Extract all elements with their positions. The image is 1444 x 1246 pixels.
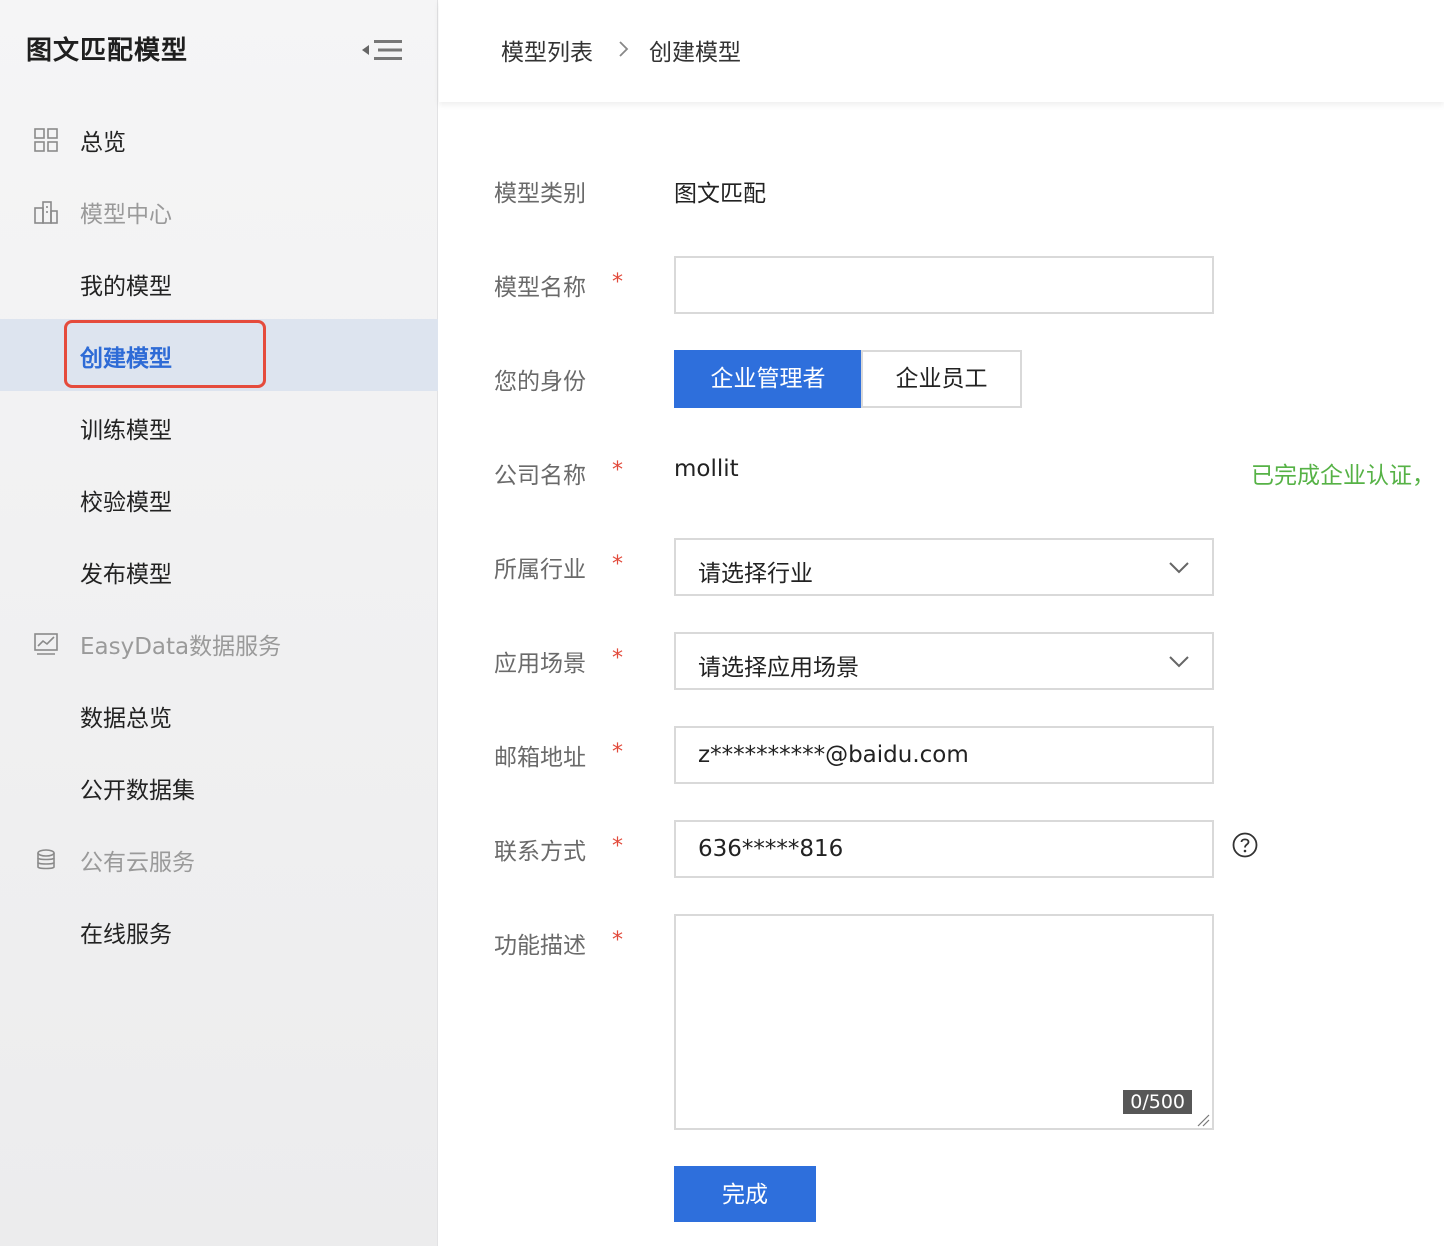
required-mark: * — [612, 740, 623, 765]
sidebar-item-label: 训练模型 — [80, 418, 172, 444]
industry-select[interactable]: 请选择行业 — [674, 538, 1214, 596]
required-mark: * — [612, 834, 623, 859]
sidebar-item-label: 我的模型 — [80, 274, 172, 300]
phone-value: 636*****816 — [698, 836, 844, 862]
sidebar-item-online-service[interactable]: 在线服务 — [0, 895, 438, 967]
required-mark: * — [612, 646, 623, 671]
resize-handle-icon[interactable] — [1196, 1112, 1210, 1127]
char-counter: 0/500 — [1123, 1090, 1192, 1114]
breadcrumb-model-list[interactable]: 模型列表 — [501, 33, 593, 67]
required-mark: * — [612, 458, 623, 483]
collapse-menu-icon[interactable] — [360, 34, 404, 66]
identity-label: 您的身份 — [494, 369, 586, 395]
identity-option-manager[interactable]: 企业管理者 — [674, 350, 862, 408]
scenario-select-placeholder: 请选择应用场景 — [698, 655, 859, 681]
industry-label: 所属行业 — [494, 557, 586, 583]
sidebar-item-validate-model[interactable]: 校验模型 — [0, 463, 438, 535]
sidebar-item-label: 创建模型 — [80, 346, 172, 372]
category-label: 模型类别 — [494, 181, 586, 207]
sidebar-item-label: 公有云服务 — [80, 850, 195, 876]
required-mark: * — [612, 928, 623, 953]
chevron-right-icon — [617, 39, 631, 59]
company-verified-status: 已完成企业认证， — [1251, 463, 1435, 489]
category-value: 图文匹配 — [674, 181, 766, 207]
phone-label: 联系方式 — [494, 839, 586, 865]
scenario-select[interactable]: 请选择应用场景 — [674, 632, 1214, 690]
sidebar-item-create-model[interactable]: 创建模型 — [0, 319, 438, 391]
chart-icon — [33, 631, 59, 657]
company-name-value: mollit — [674, 456, 739, 482]
grid-icon — [33, 127, 59, 153]
chevron-down-icon — [1168, 560, 1190, 574]
model-name-label: 模型名称 — [494, 275, 586, 301]
sidebar-header: 图文匹配模型 — [0, 0, 438, 100]
email-input[interactable]: z**********@baidu.com — [674, 726, 1214, 784]
database-icon — [33, 847, 59, 873]
app-title: 图文匹配模型 — [26, 36, 189, 66]
submit-button[interactable]: 完成 — [674, 1166, 816, 1222]
identity-option-employee[interactable]: 企业员工 — [861, 350, 1022, 408]
email-value: z**********@baidu.com — [698, 742, 969, 768]
scenario-label: 应用场景 — [494, 651, 586, 677]
phone-input[interactable]: 636*****816 — [674, 820, 1214, 878]
sidebar-item-label: 在线服务 — [80, 922, 172, 948]
sidebar-item-label: EasyData数据服务 — [80, 634, 282, 660]
sidebar-item-overview[interactable]: 总览 — [0, 103, 438, 175]
company-name-label: 公司名称 — [494, 463, 586, 489]
sidebar-item-label: 公开数据集 — [80, 778, 195, 804]
sidebar-item-train-model[interactable]: 训练模型 — [0, 391, 438, 463]
chevron-down-icon — [1168, 654, 1190, 668]
sidebar-item-my-models[interactable]: 我的模型 — [0, 247, 438, 319]
sidebar-item-publish-model[interactable]: 发布模型 — [0, 535, 438, 607]
sidebar-item-label: 总览 — [80, 130, 126, 156]
industry-select-placeholder: 请选择行业 — [698, 561, 813, 587]
sidebar-item-label: 发布模型 — [80, 562, 172, 588]
description-textarea[interactable]: 0/500 — [674, 914, 1214, 1130]
required-mark: * — [612, 552, 623, 577]
building-icon — [33, 199, 59, 225]
breadcrumb: 模型列表 创建模型 — [439, 0, 1444, 102]
required-mark: * — [612, 270, 623, 295]
email-label: 邮箱地址 — [494, 745, 586, 771]
description-label: 功能描述 — [494, 933, 586, 959]
model-name-input[interactable] — [674, 256, 1214, 314]
sidebar-item-public-datasets[interactable]: 公开数据集 — [0, 751, 438, 823]
sidebar-item-label: 数据总览 — [80, 706, 172, 732]
sidebar-group-easydata[interactable]: EasyData数据服务 — [0, 607, 438, 679]
sidebar-item-label: 模型中心 — [80, 202, 172, 228]
help-icon[interactable] — [1232, 832, 1258, 858]
sidebar-item-label: 校验模型 — [80, 490, 172, 516]
sidebar-group-public-cloud[interactable]: 公有云服务 — [0, 823, 438, 895]
sidebar-item-data-overview[interactable]: 数据总览 — [0, 679, 438, 751]
breadcrumb-current: 创建模型 — [649, 40, 741, 66]
sidebar-group-model-center[interactable]: 模型中心 — [0, 175, 438, 247]
sidebar: 图文匹配模型 总览 模型中心 我的模型 创建模型 训练模型 校验模型 发布模型 … — [0, 0, 438, 1246]
